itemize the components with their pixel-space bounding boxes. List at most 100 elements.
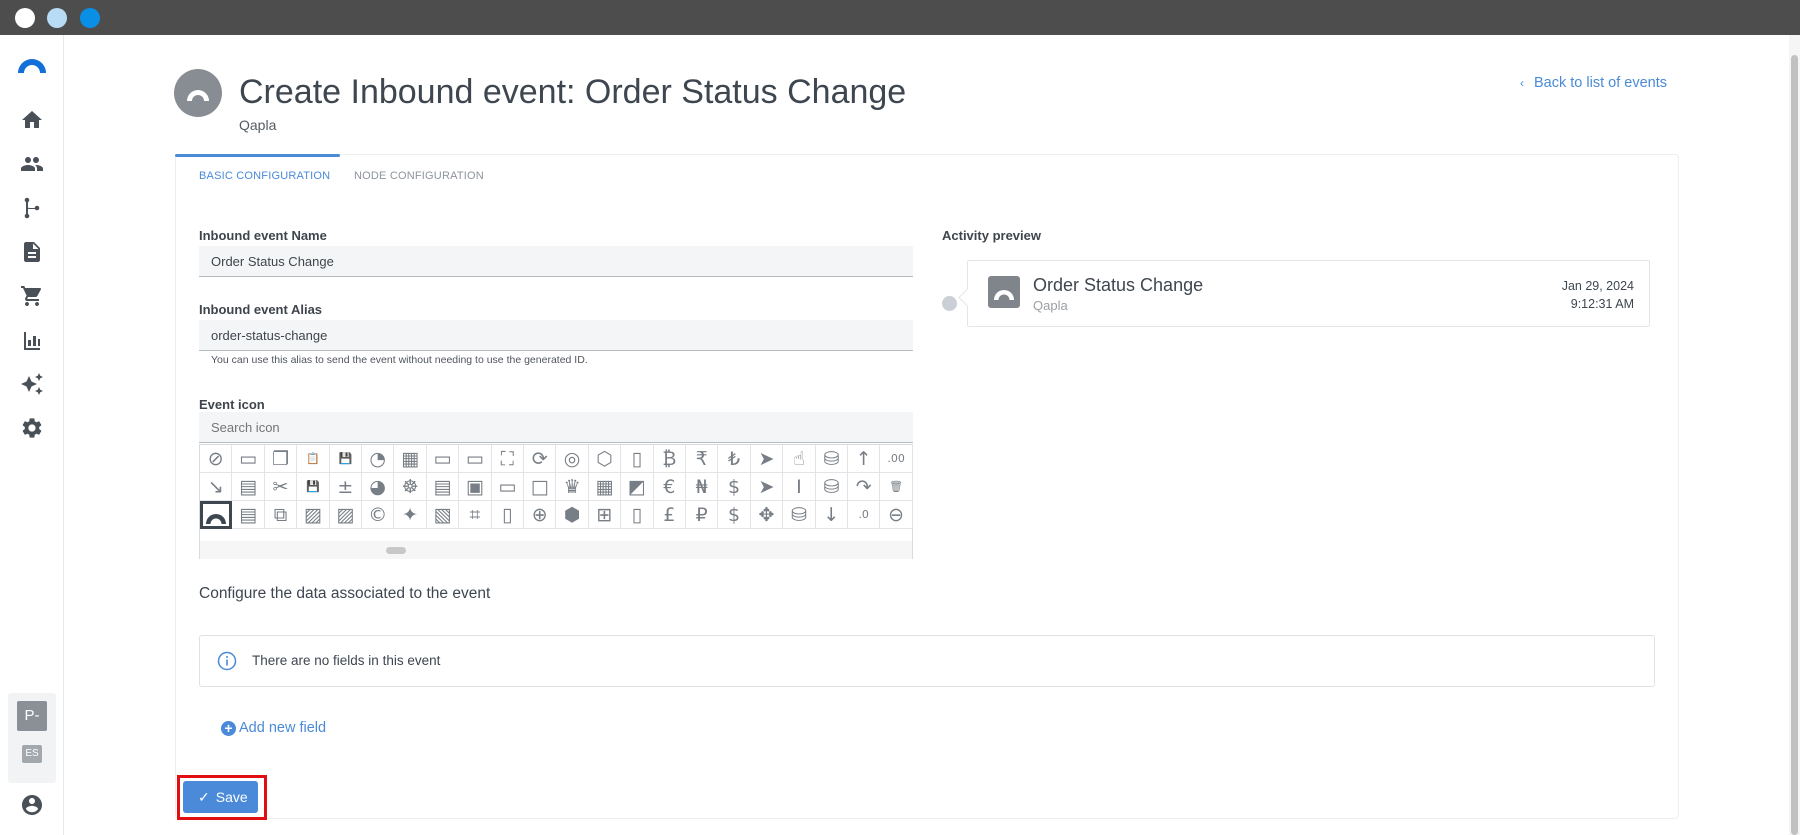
tab-bar: BASIC CONFIGURATION NODE CONFIGURATION	[175, 154, 1678, 200]
icon-option[interactable]: ↷	[848, 473, 881, 501]
gear-icon[interactable]	[20, 416, 44, 440]
document-icon[interactable]	[20, 240, 44, 264]
preview-subtitle: Qapla	[1033, 298, 1068, 313]
icon-option[interactable]: 💾	[329, 445, 362, 473]
icon-option[interactable]: ↑	[848, 445, 881, 473]
icon-option[interactable]: I	[783, 473, 816, 501]
icon-option[interactable]: 🗑	[880, 473, 913, 501]
icon-option[interactable]: ❐	[264, 445, 298, 473]
icon-option[interactable]: ◎	[556, 445, 589, 473]
icon-option[interactable]: 💾	[297, 473, 330, 501]
icon-option[interactable]: ▣	[459, 473, 492, 501]
icon-option[interactable]: ⊞	[588, 501, 622, 529]
icon-option[interactable]: ⛁	[783, 501, 816, 529]
event-type-icon	[988, 276, 1020, 308]
icon-option[interactable]: ⌗	[459, 501, 492, 529]
icon-option[interactable]: ▤	[232, 501, 265, 529]
minimize-dot[interactable]	[47, 8, 67, 28]
account-icon[interactable]	[20, 793, 44, 817]
language-badge[interactable]: ES	[22, 745, 42, 763]
back-to-list-link[interactable]: ‹ Back to list of events	[1520, 75, 1667, 91]
user-switcher[interactable]: P- ES	[8, 693, 56, 783]
icon-option[interactable]: ♛	[556, 473, 589, 501]
icon-option[interactable]: ⊖	[880, 501, 913, 529]
people-icon[interactable]	[20, 152, 44, 176]
add-new-field-link[interactable]: + Add new field	[221, 720, 326, 736]
icon-option[interactable]: ◕	[362, 473, 395, 501]
save-button[interactable]: ✓ Save	[183, 781, 258, 813]
icon-option[interactable]: ☸	[394, 473, 427, 501]
icon-option[interactable]: ⊘	[200, 445, 233, 473]
icon-option[interactable]: ◔	[362, 445, 395, 473]
home-icon[interactable]	[20, 108, 44, 132]
maximize-dot[interactable]	[80, 8, 100, 28]
sparkles-icon[interactable]	[20, 372, 44, 396]
icon-option[interactable]: ▯	[491, 501, 524, 529]
icon-option[interactable]: ©	[362, 501, 395, 529]
icon-option[interactable]: □	[524, 473, 557, 501]
icon-option[interactable]: ▯	[621, 501, 654, 529]
icon-grid-scroll-thumb[interactable]	[386, 547, 406, 554]
icon-option[interactable]: €	[653, 473, 686, 501]
icon-option[interactable]: ✥	[750, 501, 784, 529]
icon-option[interactable]: ⛶	[491, 445, 524, 473]
icon-option[interactable]: ◩	[621, 473, 654, 501]
page-subtitle: Qapla	[239, 117, 277, 133]
icon-option[interactable]: ▭	[232, 445, 265, 473]
tab-node-configuration[interactable]: NODE CONFIGURATION	[354, 170, 484, 182]
icon-option[interactable]: ✦	[394, 501, 427, 529]
icon-option[interactable]: ➤	[750, 473, 784, 501]
icon-option[interactable]: ↓	[815, 501, 848, 529]
icon-option[interactable]: ±	[329, 473, 362, 501]
app-logo[interactable]	[16, 55, 48, 73]
icon-option[interactable]: .0	[848, 501, 881, 529]
icon-search-input[interactable]	[199, 412, 913, 443]
icon-option[interactable]: $	[718, 473, 751, 501]
icon-option[interactable]: ⊕	[524, 501, 557, 529]
close-dot[interactable]	[15, 8, 35, 28]
icon-grid-scrollbar[interactable]	[200, 541, 912, 559]
icon-option[interactable]: ▭	[459, 445, 492, 473]
cart-icon[interactable]	[20, 284, 44, 308]
icon-option[interactable]: ₽	[686, 501, 719, 529]
icon-option[interactable]: ▦	[588, 473, 622, 501]
icon-option[interactable]: .00	[880, 445, 913, 473]
icon-option[interactable]: ⛁	[815, 473, 848, 501]
icon-option[interactable]: ₺	[718, 445, 751, 473]
icon-option[interactable]: ⬢	[556, 501, 589, 529]
icon-option[interactable]: ▯	[621, 445, 654, 473]
icon-option[interactable]: ⬡	[588, 445, 622, 473]
icon-option[interactable]: ⧉	[264, 501, 298, 529]
user-initial-badge[interactable]: P-	[17, 701, 47, 731]
icon-option[interactable]: ▧	[426, 501, 460, 529]
name-field[interactable]	[199, 246, 913, 277]
icon-option[interactable]: ▤	[426, 473, 460, 501]
icon-option[interactable]: 📋	[297, 445, 330, 473]
page-scroll-thumb[interactable]	[1791, 55, 1798, 835]
icon-option[interactable]: $	[718, 501, 751, 529]
tab-basic-configuration[interactable]: BASIC CONFIGURATION	[199, 170, 330, 182]
page-scrollbar[interactable]	[1789, 35, 1800, 835]
icon-option[interactable]: £	[653, 501, 686, 529]
icon-option[interactable]: ➤	[750, 445, 784, 473]
icon-option[interactable]: ⟳	[524, 445, 557, 473]
chevron-left-icon: ‹	[1520, 76, 1525, 90]
icon-option[interactable]: ₦	[686, 473, 719, 501]
icon-option[interactable]: ✂	[264, 473, 298, 501]
bar-chart-icon[interactable]	[20, 328, 44, 352]
icon-option[interactable]: ⛁	[815, 445, 848, 473]
icon-option[interactable]: ▦	[394, 445, 427, 473]
icon-option-selected[interactable]	[200, 501, 233, 529]
icon-option[interactable]: ▨	[329, 501, 362, 529]
icon-option[interactable]: ☝	[783, 445, 816, 473]
page-title: Create Inbound event: Order Status Chang…	[239, 73, 907, 111]
branch-icon[interactable]	[20, 196, 44, 220]
icon-option[interactable]: ▭	[426, 445, 460, 473]
icon-option[interactable]: ▤	[232, 473, 265, 501]
icon-option[interactable]: ↘	[200, 473, 233, 501]
alias-field[interactable]	[199, 320, 913, 351]
icon-option[interactable]: ₿	[653, 445, 686, 473]
icon-option[interactable]: ▭	[491, 473, 524, 501]
icon-option[interactable]: ₹	[686, 445, 719, 473]
icon-option[interactable]: ▨	[297, 501, 330, 529]
